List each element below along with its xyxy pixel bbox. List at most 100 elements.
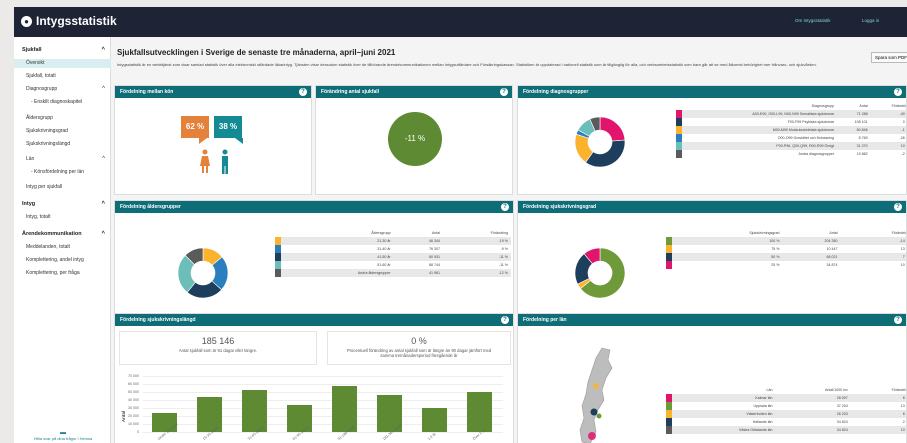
table-row[interactable]: F00-F99 Psykiska sjukdomar 108 101 0 %: [676, 118, 906, 126]
bar[interactable]: [242, 389, 267, 432]
table-row[interactable]: Kalmar län28 0076 %: [666, 394, 906, 402]
panel-alder: Fördelning åldersgrupper? Åldersgrupp Ant…: [114, 200, 514, 322]
sidebar-item-sjukfall-totalt[interactable]: Sjukfall, totalt: [14, 72, 111, 81]
table-row[interactable]: Uppsala län 37 204 13 %: [666, 402, 906, 410]
column-header: Antal: [431, 231, 441, 235]
grid-line: [143, 392, 503, 393]
map-marker-kalmar[interactable]: [588, 432, 596, 440]
help-icon[interactable]: ?: [894, 316, 902, 324]
row-antal: 204 350: [782, 237, 841, 245]
chevron-up-icon: ^: [102, 86, 105, 92]
panel-header: Fördelning mellan kön?: [115, 86, 311, 98]
gender-figures: [199, 138, 243, 174]
sidebar-item-komplettering-andel[interactable]: Komplettering, andel intyg: [14, 256, 111, 265]
sidebar-section-arendekommunikation[interactable]: Ärendekommunikation ^: [22, 231, 105, 237]
y-tick-label: 30 000: [128, 406, 139, 410]
sidebar-item-lan[interactable]: Län ^: [14, 155, 111, 164]
row-name: Västerbotten län: [672, 410, 776, 418]
sidebar-section-label: Sjukfall: [22, 47, 42, 53]
sidebar-item-enskilt-diagnoskapitel[interactable]: - Enskilt diagnoskapitel: [14, 98, 111, 107]
table-row[interactable]: Andra diagnosgrupper 19 882 -2 %: [676, 150, 906, 158]
table-row[interactable]: 51-60 år 88 744 -11 %: [275, 261, 511, 269]
table-row[interactable]: Västra Götalands län34 82410 %: [666, 426, 906, 434]
sidebar-item-meddelanden-totalt[interactable]: Meddelanden, totalt: [14, 243, 111, 252]
row-name: P00-P96, Q00-Q99, R00-R99 Övrigt: [682, 142, 838, 150]
y-tick-label: 40 000: [128, 398, 139, 402]
panel-header: Fördelning sjukskrivningsgrad?: [518, 201, 906, 213]
help-icon[interactable]: ?: [500, 88, 508, 96]
table-row[interactable]: M00-M99 Muskuloskeletala sjukdomar 60 846…: [676, 126, 906, 134]
row-name: Hallands län: [752, 420, 773, 424]
sidebar-item-intyg-per-sjukfall[interactable]: Intyg per sjukfall: [14, 183, 111, 192]
table-row[interactable]: 31-40 år 76 307 -9 %: [275, 245, 511, 253]
column-header: Län: [766, 388, 773, 392]
row-name: Västra Götalands län: [672, 426, 776, 434]
bar[interactable]: [467, 392, 492, 432]
row-change: 13 %: [900, 247, 906, 251]
row-antal: 68 021: [782, 253, 841, 261]
table-header-row: Län Antal/1000 inv Förändring: [666, 386, 907, 394]
sidebar-item-label: Län: [26, 156, 35, 162]
help-icon[interactable]: ?: [894, 88, 902, 96]
table-row[interactable]: 100 %204 350-14 %: [666, 237, 906, 245]
sidebar-item-sjukskrivningsgrad[interactable]: Sjukskrivningsgrad: [14, 127, 111, 136]
row-antal: 71 288: [837, 110, 871, 118]
sidebar-item-intyg-totalt[interactable]: Intyg, totalt: [14, 213, 111, 222]
logo[interactable]: ● Intygsstatistik: [21, 14, 117, 28]
lan-table: Län Antal/1000 inv Förändring Kalmar län28 …: [666, 386, 907, 434]
help-icon[interactable]: ?: [501, 203, 509, 211]
row-change: 0 %: [902, 120, 906, 124]
bar[interactable]: [422, 408, 447, 432]
map-marker-vasterbotten[interactable]: [593, 383, 599, 389]
female-icon: [200, 149, 210, 173]
table-row[interactable]: P00-P96, Q00-Q99, R00-R99 Övrigt 31 270 10…: [676, 142, 906, 150]
about-link[interactable]: Om Intygsstatistik: [795, 18, 831, 23]
row-antal: 46 344: [393, 237, 444, 245]
row-antal: 10 447: [826, 247, 838, 251]
sidebar-item-oversikt[interactable]: Översikt: [14, 59, 111, 68]
table-row[interactable]: Hallands län 34 824 2 %: [666, 418, 906, 426]
sidebar-item-sjukskrivningslangd[interactable]: Sjukskrivningslängd: [14, 140, 111, 149]
y-tick-label: 50 000: [128, 390, 139, 394]
row-change: 7 %: [840, 253, 906, 261]
panel-kon: Fördelning mellan kön? 62 % 38 %: [114, 85, 312, 195]
row-antal: 28 007: [775, 394, 851, 402]
table-row[interactable]: Andra åldersgrupper 41 961 -12 %: [275, 269, 511, 277]
sidebar-item-aldersgrupp[interactable]: Åldersgrupp: [14, 114, 111, 123]
row-name: 21-30 år: [281, 237, 394, 245]
row-change: 2 %: [902, 420, 906, 424]
table-row[interactable]: Västerbotten län26 2036 %: [666, 410, 906, 418]
map-shape: [579, 347, 613, 443]
table-row[interactable]: 25 % 34 874 10 %: [666, 261, 906, 269]
help-icon[interactable]: ?: [894, 203, 902, 211]
row-change: 10 %: [900, 263, 906, 267]
table-row[interactable]: 21-30 år 46 344 -19 %: [275, 237, 511, 245]
sidebar-item-komplettering-per-fraga[interactable]: Komplettering, per fråga: [14, 269, 111, 278]
column-header: Förändring: [891, 104, 907, 108]
sidebar-section-intyg[interactable]: Intyg ^: [22, 201, 105, 207]
male-pointer: [235, 138, 243, 144]
sidebar-section-sjukfall[interactable]: Sjukfall ^: [22, 47, 105, 53]
row-change: -11 %: [443, 253, 511, 261]
table-row[interactable]: 75 % 10 447 13 %: [666, 245, 906, 253]
diagnos-slice[interactable]: [599, 116, 626, 142]
row-name: 41-50 år: [281, 253, 394, 261]
row-antal: 8 769: [858, 136, 868, 140]
table-row[interactable]: 41-50 år 80 931 -11 %: [275, 253, 511, 261]
column-header: Antal: [829, 231, 838, 235]
row-antal: 76 307: [429, 247, 441, 251]
help-icon[interactable]: ?: [299, 88, 307, 96]
grid-line: [143, 376, 503, 377]
page-intro: Intygsstatistik är en webbtjänst som vis…: [117, 62, 817, 67]
map-marker-halland[interactable]: [590, 408, 598, 416]
table-row[interactable]: 50 %68 0217 %: [666, 253, 906, 261]
sidebar-item-diagnosgrupp[interactable]: Diagnosgrupp ^: [14, 85, 111, 94]
table-row[interactable]: O00-O99 Graviditet och förlossning 8 769 -…: [676, 134, 906, 142]
help-link[interactable]: ▬ Hitta svar på dina frågor i Hemsa: [22, 430, 104, 441]
sidebar-item-konsfordelning-per-lan[interactable]: - Könsfördelning per län: [14, 168, 111, 177]
table-row[interactable]: A00-E90, G00-L99, N00-N99 Somatiska sjuk…: [676, 110, 906, 118]
row-change: 6 %: [850, 410, 906, 418]
map-marker-uppsala[interactable]: [596, 413, 602, 419]
sweden-map[interactable]: [572, 346, 622, 443]
login-link[interactable]: Logga in: [862, 18, 879, 23]
